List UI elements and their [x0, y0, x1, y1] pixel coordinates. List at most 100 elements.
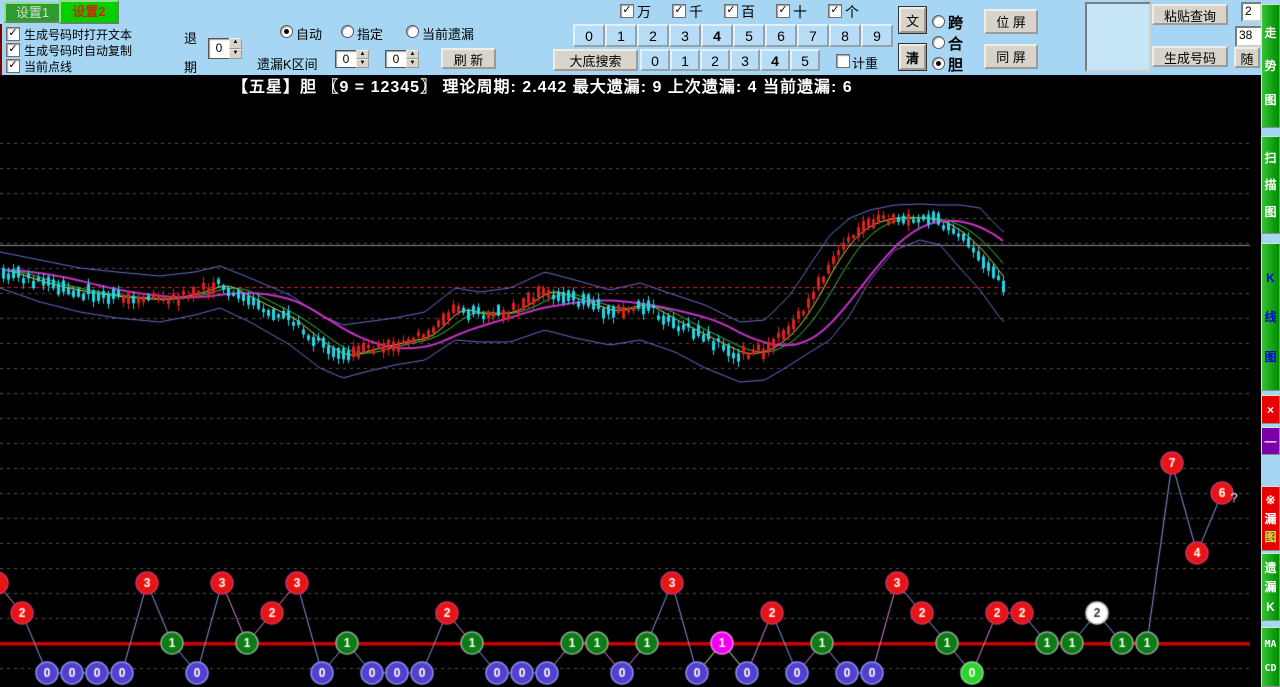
big-search-button[interactable]: 大底搜索 [553, 49, 638, 71]
digit-top-8[interactable]: 8 [829, 24, 861, 47]
digit-bottom-2[interactable]: 2 [700, 49, 730, 71]
spin-up-icon[interactable]: ▲ [406, 50, 419, 59]
sidebar-button-macd-char: MA [1264, 639, 1277, 651]
sidebar-button-miss-map-char: ※ [1265, 492, 1276, 507]
digit-top-7[interactable]: 7 [797, 24, 829, 47]
option-label-1: 生成号码时自动复制 [24, 44, 133, 58]
mode-auto-radio[interactable] [280, 25, 293, 38]
sidebar-button-miss-k[interactable]: 遗漏K [1261, 553, 1280, 621]
option-label-0: 生成号码时打开文本 [24, 28, 133, 42]
digit-top-9[interactable]: 9 [861, 24, 893, 47]
generate-numbers-button[interactable]: 生成号码 [1152, 46, 1228, 67]
sidebar-button-trend-map[interactable]: 走势图 [1261, 4, 1280, 128]
count-mid-field[interactable]: 38 [1235, 26, 1263, 47]
query-listbox[interactable] [1085, 2, 1151, 72]
mode-auto-label: 自动 [296, 27, 323, 42]
sidebar-button-close[interactable]: × [1261, 395, 1280, 424]
sidebar-button-close-char: × [1266, 402, 1274, 417]
spin-up-icon[interactable]: ▲ [229, 38, 242, 49]
kline-omission-chart [0, 100, 1262, 687]
sidebar-button-kline-map-char: K [1266, 270, 1275, 285]
missk-value-2[interactable]: 0 [385, 50, 406, 68]
sidebar-button-miss-k-char: K [1266, 599, 1275, 614]
sidebar-button-miss-map-char: 图 [1264, 530, 1277, 545]
digit-bottom-4[interactable]: 4 [760, 49, 790, 71]
back-period-label: 退期 [184, 31, 198, 75]
tab-settings-1[interactable]: 设置1 [4, 2, 61, 23]
digit-bottom-3[interactable]: 3 [730, 49, 760, 71]
digit-top-4[interactable]: 4 [701, 24, 733, 47]
digit-flag-checkbox-4[interactable]: ✓ [828, 4, 842, 18]
sidebar-button-macd[interactable]: MA CD [1261, 627, 1280, 687]
digit-flag-label-4: 个 [845, 4, 859, 20]
digit-flag-label-2: 百 [741, 4, 755, 20]
sidebar: 走势图扫描图 K 线图 × — ※ 漏图遗漏 K MA CD [1261, 0, 1280, 687]
spin-down-icon[interactable]: ▼ [356, 59, 369, 68]
mode-specify-radio[interactable] [341, 25, 354, 38]
sidebar-button-kline-map-char: 图 [1264, 349, 1277, 364]
digit-flag-checkbox-0[interactable]: ✓ [620, 4, 634, 18]
digit-top-0[interactable]: 0 [573, 24, 605, 47]
weight-checkbox[interactable] [836, 54, 850, 68]
missk-spinner-2[interactable]: 0 ▲ ▼ [385, 50, 419, 68]
option-checkbox-1[interactable]: ✓ [6, 43, 20, 57]
digit-top-5[interactable]: 5 [733, 24, 765, 47]
sidebar-button-scan-map[interactable]: 扫描图 [1261, 136, 1280, 234]
digit-bottom-0[interactable]: 0 [640, 49, 670, 71]
tab-settings-2[interactable]: 设置2 [59, 0, 119, 24]
back-period-value[interactable]: 0 [208, 38, 229, 59]
digit-flag-checkbox-1[interactable]: ✓ [672, 4, 686, 18]
digit-top-6[interactable]: 6 [765, 24, 797, 47]
span-radio-2[interactable] [932, 57, 945, 70]
digit-flag-checkbox-2[interactable]: ✓ [724, 4, 738, 18]
option-checkbox-2[interactable]: ✓ [6, 59, 20, 73]
digit-bottom-1[interactable]: 1 [670, 49, 700, 71]
mode-current-miss-radio[interactable] [406, 25, 419, 38]
digit-flag-checkbox-3[interactable]: ✓ [776, 4, 790, 18]
spin-up-icon[interactable]: ▲ [356, 50, 369, 59]
position-screen-button[interactable]: 位 屏 [984, 9, 1038, 34]
digit-flag-label-3: 十 [793, 4, 807, 20]
span-radio-label-0: 跨 [948, 15, 964, 32]
option-checkbox-0[interactable]: ✓ [6, 27, 20, 41]
sidebar-button-miss-k-char: 漏 [1264, 580, 1277, 594]
mode-specify-label: 指定 [357, 27, 384, 42]
spin-down-icon[interactable]: ▼ [229, 48, 242, 59]
span-radio-0[interactable] [932, 15, 945, 28]
spin-down-icon[interactable]: ▼ [406, 59, 419, 68]
sidebar-button-minimize[interactable]: — [1261, 427, 1280, 455]
sidebar-button-kline-map[interactable]: K 线图 [1261, 243, 1280, 391]
span-radio-label-2: 胆 [948, 57, 964, 74]
sidebar-button-miss-map-char: 漏 [1264, 511, 1277, 526]
clear-button[interactable]: 清 [898, 43, 927, 71]
missk-spinner-1[interactable]: 0 ▲ ▼ [335, 50, 369, 68]
app-window: 设置1 设置2 退期 0 ▲ ▼ 遗漏K区间 0 ▲ ▼ 0 ▲ ▼ 刷 新 大底搜索… [0, 0, 1280, 687]
digit-top-2[interactable]: 2 [637, 24, 669, 47]
span-radio-1[interactable] [932, 36, 945, 49]
sidebar-button-scan-map-char: 扫 [1264, 151, 1277, 165]
chart-title-bar: 【五星】胆 〖9 = 12345〗 理论周期: 2.442 最大遗漏: 9 上次… [0, 75, 1262, 100]
back-period-spinner[interactable]: 0 ▲ ▼ [208, 38, 242, 59]
text-button[interactable]: 文 [898, 6, 927, 34]
random-button[interactable]: 随 [1234, 47, 1260, 68]
chart-title: 【五星】胆 〖9 = 12345〗 理论周期: 2.442 最大遗漏: 9 上次… [232, 79, 853, 96]
missk-label: 遗漏K区间 [257, 57, 318, 72]
sidebar-button-miss-k-char: 遗 [1264, 560, 1277, 575]
sidebar-button-miss-map[interactable]: ※ 漏图 [1261, 486, 1280, 551]
refresh-button[interactable]: 刷 新 [441, 48, 496, 69]
count-small-field[interactable]: 2 [1241, 2, 1262, 22]
option-label-2: 当前点线 [24, 60, 73, 74]
digit-top-3[interactable]: 3 [669, 24, 701, 47]
missk-value-1[interactable]: 0 [335, 50, 356, 68]
sidebar-button-kline-map-char: 线 [1264, 310, 1277, 324]
sidebar-button-trend-map-char: 势 [1264, 59, 1277, 73]
digit-bottom-5[interactable]: 5 [790, 49, 820, 71]
sidebar-button-macd-char: CD [1264, 662, 1277, 674]
mode-current-miss-label: 当前遗漏 [422, 27, 475, 42]
sidebar-button-scan-map-char: 图 [1264, 205, 1277, 219]
sidebar-button-minimize-char: — [1264, 434, 1277, 448]
paste-query-button[interactable]: 粘贴查询 [1152, 4, 1228, 25]
digit-top-1[interactable]: 1 [605, 24, 637, 47]
same-screen-button[interactable]: 同 屏 [984, 44, 1038, 69]
digit-flag-label-0: 万 [637, 4, 651, 20]
